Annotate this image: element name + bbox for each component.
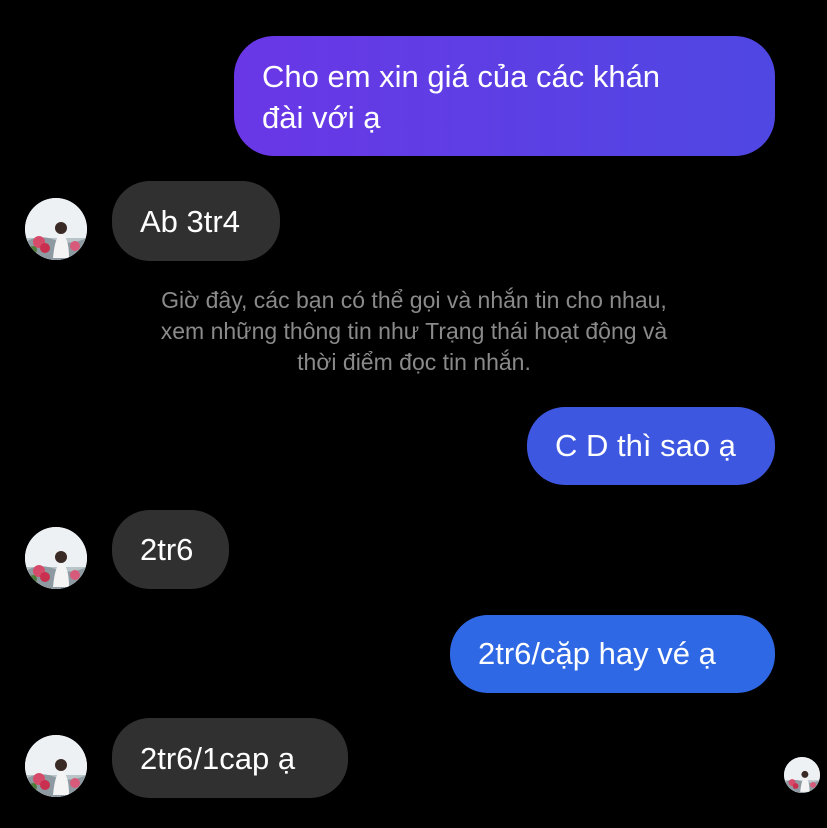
contact-avatar[interactable] — [25, 198, 87, 260]
message-text-line: Cho em xin giá của các khán — [262, 59, 661, 94]
system-notice-line: xem những thông tin như Trạng thái hoạt … — [160, 318, 668, 344]
message-text: Ab 3tr4 — [140, 204, 240, 239]
outgoing-message-bubble[interactable]: 2tr6/cặp hay vé ạ — [450, 615, 775, 693]
message-text: 2tr6/1cap ạ — [140, 741, 296, 776]
message-text: C D thì sao ạ — [555, 428, 736, 463]
incoming-message-bubble[interactable]: Ab 3tr4 — [112, 181, 280, 261]
system-notice-line: thời điểm đọc tin nhắn. — [297, 349, 531, 375]
incoming-message-bubble[interactable]: 2tr6/1cap ạ — [112, 718, 348, 798]
contact-avatar[interactable] — [25, 527, 87, 589]
message-text: 2tr6/cặp hay vé ạ — [478, 636, 716, 671]
message-text: 2tr6 — [140, 532, 194, 567]
seen-avatar-icon — [784, 757, 820, 793]
incoming-message-bubble[interactable]: 2tr6 — [112, 510, 229, 589]
contact-avatar-icon — [25, 527, 87, 589]
system-notice-line: Giờ đây, các bạn có thể gọi và nhắn tin … — [161, 287, 667, 313]
seen-indicator — [784, 757, 820, 793]
contact-avatar[interactable] — [25, 735, 87, 797]
contact-avatar-icon — [25, 198, 87, 260]
outgoing-message-bubble[interactable]: C D thì sao ạ — [527, 407, 775, 485]
message-text-line: đài với ạ — [262, 100, 381, 135]
system-notice: Giờ đây, các bạn có thể gọi và nhắn tin … — [110, 285, 718, 378]
outgoing-message-bubble[interactable]: Cho em xin giá của các khán đài với ạ — [234, 36, 775, 156]
contact-avatar-icon — [25, 735, 87, 797]
